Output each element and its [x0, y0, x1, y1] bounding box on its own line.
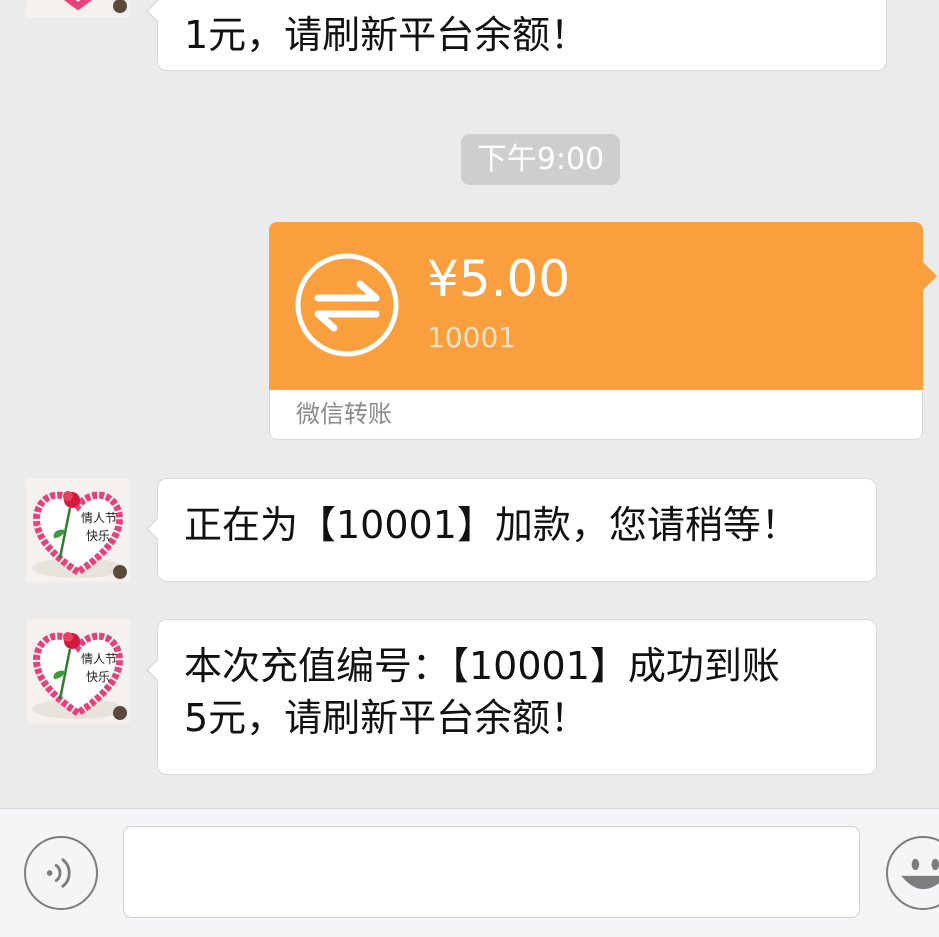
transfer-note: 10001 — [427, 321, 517, 354]
transfer-card-footer: 微信转账 — [269, 390, 923, 440]
message-input[interactable] — [123, 826, 860, 918]
transfer-arrows-icon — [295, 253, 399, 357]
avatar-cake-image: 情人节 快乐 — [26, 619, 130, 723]
transfer-amount: ¥5.00 — [427, 250, 571, 308]
chat-area[interactable]: 1元，请刷新平台余额！ 下午9:00 ¥5.00 10001 微信转账 情人节 … — [0, 0, 939, 808]
message-text: 1元，请刷新平台余额！ — [184, 13, 589, 57]
voice-button[interactable] — [24, 836, 98, 910]
time-separator: 下午9:00 — [461, 134, 620, 185]
message-text-line: 5元，请刷新平台余额！ — [184, 696, 589, 740]
message-text: 正在为【10001】加款，您请稍等！ — [184, 503, 799, 547]
voice-icon — [46, 858, 71, 888]
avatar[interactable]: 情人节 快乐 — [26, 619, 130, 723]
svg-text:快乐: 快乐 — [86, 670, 110, 684]
svg-text:情人节: 情人节 — [81, 511, 117, 525]
svg-text:情人节: 情人节 — [81, 652, 117, 666]
avatar-cake-image — [26, 0, 130, 18]
message-bubble[interactable]: 正在为【10001】加款，您请稍等！ — [146, 478, 877, 582]
message-bubble[interactable]: 本次充值编号：【10001】成功到账 5元，请刷新平台余额！ — [146, 619, 877, 775]
avatar-cake-image: 情人节 快乐 — [26, 478, 130, 582]
message-bubble[interactable]: 1元，请刷新平台余额！ — [146, 0, 887, 71]
transfer-bubble-tail — [923, 262, 937, 290]
avatar[interactable]: 情人节 快乐 — [26, 478, 130, 582]
avatar[interactable] — [26, 0, 130, 18]
message-text-line: 本次充值编号：【10001】成功到账 — [184, 644, 780, 688]
transfer-card[interactable]: ¥5.00 10001 微信转账 — [269, 222, 937, 440]
transfer-label: 微信转账 — [296, 400, 392, 428]
emoji-icon — [901, 858, 939, 890]
svg-text:快乐: 快乐 — [86, 529, 110, 543]
